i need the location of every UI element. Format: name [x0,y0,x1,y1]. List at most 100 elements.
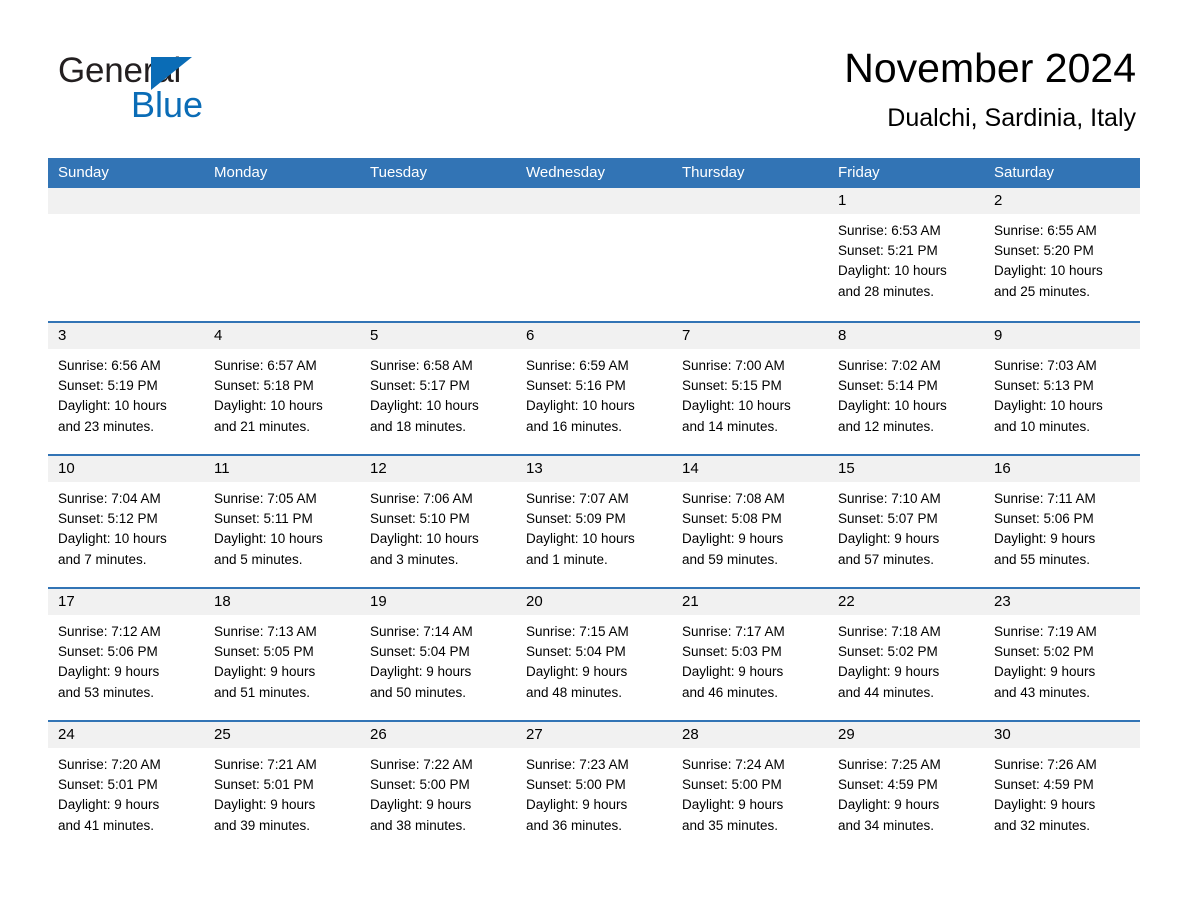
calendar-day-cell[interactable]: 8 Sunrise: 7:02 AM Sunset: 5:14 PM Daylight… [828,323,984,454]
day-info-line: and 3 minutes. [370,551,459,567]
day-number: 9 [984,323,1140,349]
day-sun-info: Sunrise: 7:11 AM Sunset: 5:06 PM Daylight:… [984,482,1140,570]
day-sun-info: Sunrise: 7:23 AM Sunset: 5:00 PM Daylight:… [516,748,672,836]
day-info-line: and 44 minutes. [838,684,935,700]
calendar-day-cell[interactable]: 16 Sunrise: 7:11 AM Sunset: 5:06 PM Dayligh… [984,456,1140,587]
day-number: 24 [48,722,204,748]
page-title: November 2024 [844,45,1136,91]
day-info-line: and 23 minutes. [58,418,155,434]
calendar-day-cell[interactable]: 3 Sunrise: 6:56 AM Sunset: 5:19 PM Daylight… [48,323,204,454]
day-info-line: Sunset: 5:06 PM [994,511,1094,527]
calendar-day-cell[interactable]: 14 Sunrise: 7:08 AM Sunset: 5:08 PM Dayligh… [672,456,828,587]
calendar-day-cell[interactable]: 17 Sunrise: 7:12 AM Sunset: 5:06 PM Dayligh… [48,589,204,720]
day-info-line: and 36 minutes. [526,817,623,833]
day-info-line: and 14 minutes. [682,418,779,434]
day-info-line: and 50 minutes. [370,684,467,700]
day-info-line: Daylight: 9 hours [370,664,472,680]
calendar-day-cell[interactable]: 1 Sunrise: 6:53 AM Sunset: 5:21 PM Daylight… [828,188,984,321]
day-info-line: Sunrise: 7:21 AM [214,757,317,772]
calendar-page: General Blue November 2024 Dualchi, Sard… [0,0,1188,918]
calendar-day-cell[interactable]: 20 Sunrise: 7:15 AM Sunset: 5:04 PM Dayligh… [516,589,672,720]
calendar-day-cell[interactable]: 15 Sunrise: 7:10 AM Sunset: 5:07 PM Dayligh… [828,456,984,587]
day-sun-info [672,214,828,221]
calendar-day-cell[interactable]: 6 Sunrise: 6:59 AM Sunset: 5:16 PM Daylight… [516,323,672,454]
day-info-line: and 12 minutes. [838,418,935,434]
calendar-day-cell[interactable]: 23 Sunrise: 7:19 AM Sunset: 5:02 PM Dayligh… [984,589,1140,720]
calendar-day-cell[interactable]: 19 Sunrise: 7:14 AM Sunset: 5:04 PM Dayligh… [360,589,516,720]
day-info-line: Sunrise: 7:06 AM [370,491,473,506]
logo-secondary-text: Blue [131,84,204,125]
day-info-line: Sunrise: 7:25 AM [838,757,941,772]
weekday-header-tuesday: Tuesday [370,164,427,181]
day-info-line: Sunrise: 6:59 AM [526,358,629,373]
day-info-line: Daylight: 9 hours [994,531,1096,547]
day-sun-info: Sunrise: 7:06 AM Sunset: 5:10 PM Daylight:… [360,482,516,570]
day-info-line: Daylight: 10 hours [682,398,791,414]
calendar-day-cell[interactable]: 24 Sunrise: 7:20 AM Sunset: 5:01 PM Dayligh… [48,722,204,853]
calendar-day-cell[interactable]: 29 Sunrise: 7:25 AM Sunset: 4:59 PM Dayligh… [828,722,984,853]
day-info-line: Sunset: 5:17 PM [370,378,470,394]
day-info-line: and 34 minutes. [838,817,935,833]
day-number: 14 [672,456,828,482]
day-number: 28 [672,722,828,748]
day-info-line: Sunset: 5:02 PM [838,644,938,660]
day-info-line: Sunrise: 7:08 AM [682,491,785,506]
day-info-line: Daylight: 9 hours [526,797,628,813]
calendar-day-cell[interactable]: 18 Sunrise: 7:13 AM Sunset: 5:05 PM Dayligh… [204,589,360,720]
day-info-line: Daylight: 9 hours [682,664,784,680]
day-info-line: Sunset: 5:04 PM [370,644,470,660]
day-info-line: Daylight: 10 hours [838,398,947,414]
day-info-line: and 25 minutes. [994,283,1091,299]
day-info-line: Sunset: 5:00 PM [526,777,626,793]
day-number: 26 [360,722,516,748]
day-number: 2 [984,188,1140,214]
day-sun-info: Sunrise: 7:03 AM Sunset: 5:13 PM Daylight:… [984,349,1140,437]
calendar-day-cell[interactable]: 30 Sunrise: 7:26 AM Sunset: 4:59 PM Dayligh… [984,722,1140,853]
calendar-day-cell[interactable]: 22 Sunrise: 7:18 AM Sunset: 5:02 PM Dayligh… [828,589,984,720]
calendar-week-row: 10 Sunrise: 7:04 AM Sunset: 5:12 PM Dayligh… [48,454,1140,587]
day-info-line: Daylight: 10 hours [526,531,635,547]
day-number: 13 [516,456,672,482]
calendar-day-cell[interactable]: 26 Sunrise: 7:22 AM Sunset: 5:00 PM Dayligh… [360,722,516,853]
calendar-day-cell[interactable]: 4 Sunrise: 6:57 AM Sunset: 5:18 PM Daylight… [204,323,360,454]
day-info-line: Sunrise: 7:19 AM [994,624,1097,639]
day-info-line: Sunset: 5:05 PM [214,644,314,660]
calendar-day-cell[interactable]: 10 Sunrise: 7:04 AM Sunset: 5:12 PM Dayligh… [48,456,204,587]
calendar-day-cell[interactable]: 25 Sunrise: 7:21 AM Sunset: 5:01 PM Dayligh… [204,722,360,853]
calendar-day-cell[interactable]: 13 Sunrise: 7:07 AM Sunset: 5:09 PM Dayligh… [516,456,672,587]
day-info-line: Sunrise: 7:22 AM [370,757,473,772]
weekday-header-monday: Monday [214,164,268,181]
calendar-day-cell[interactable]: 11 Sunrise: 7:05 AM Sunset: 5:11 PM Dayligh… [204,456,360,587]
day-info-line: and 51 minutes. [214,684,311,700]
calendar-day-cell[interactable]: 2 Sunrise: 6:55 AM Sunset: 5:20 PM Daylight… [984,188,1140,321]
weekday-header-saturday: Saturday [994,164,1055,181]
day-sun-info [48,214,204,221]
day-info-line: Sunrise: 6:56 AM [58,358,161,373]
day-sun-info: Sunrise: 7:22 AM Sunset: 5:00 PM Daylight:… [360,748,516,836]
calendar-weeks: 1 Sunrise: 6:53 AM Sunset: 5:21 PM Daylight… [48,188,1140,853]
day-sun-info [360,214,516,221]
day-sun-info: Sunrise: 6:57 AM Sunset: 5:18 PM Daylight:… [204,349,360,437]
calendar-day-cell[interactable]: 5 Sunrise: 6:58 AM Sunset: 5:17 PM Daylight… [360,323,516,454]
day-info-line: Sunrise: 7:14 AM [370,624,473,639]
day-info-line: Daylight: 9 hours [994,797,1096,813]
calendar-week-row: 24 Sunrise: 7:20 AM Sunset: 5:01 PM Dayligh… [48,720,1140,853]
day-info-line: Daylight: 9 hours [838,797,940,813]
day-number [672,188,828,214]
day-number: 25 [204,722,360,748]
day-sun-info: Sunrise: 7:21 AM Sunset: 5:01 PM Daylight:… [204,748,360,836]
calendar-day-cell[interactable]: 27 Sunrise: 7:23 AM Sunset: 5:00 PM Dayligh… [516,722,672,853]
day-info-line: Sunset: 5:02 PM [994,644,1094,660]
day-info-line: and 32 minutes. [994,817,1091,833]
calendar-day-cell[interactable]: 12 Sunrise: 7:06 AM Sunset: 5:10 PM Dayligh… [360,456,516,587]
day-number: 18 [204,589,360,615]
brand-logo[interactable]: General Blue [58,52,388,138]
calendar-day-cell[interactable]: 7 Sunrise: 7:00 AM Sunset: 5:15 PM Daylight… [672,323,828,454]
calendar-day-cell-empty [48,188,204,321]
day-info-line: Sunset: 5:09 PM [526,511,626,527]
calendar-day-cell[interactable]: 21 Sunrise: 7:17 AM Sunset: 5:03 PM Dayligh… [672,589,828,720]
day-info-line: Daylight: 10 hours [526,398,635,414]
calendar-day-cell[interactable]: 28 Sunrise: 7:24 AM Sunset: 5:00 PM Dayligh… [672,722,828,853]
day-sun-info: Sunrise: 7:02 AM Sunset: 5:14 PM Daylight:… [828,349,984,437]
calendar-day-cell[interactable]: 9 Sunrise: 7:03 AM Sunset: 5:13 PM Daylight… [984,323,1140,454]
